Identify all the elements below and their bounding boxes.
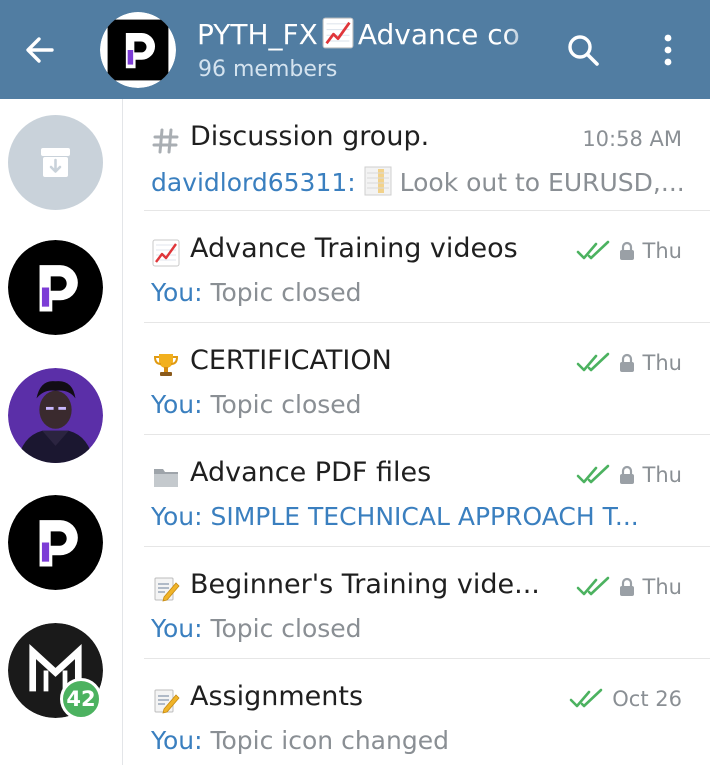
- topic-time: Oct 26: [612, 687, 682, 711]
- preview-sender: You:: [151, 390, 203, 419]
- chat-avatar-user[interactable]: [8, 368, 103, 463]
- folder-icon: [152, 463, 180, 491]
- more-vertical-icon[interactable]: [650, 30, 686, 70]
- topic-preview: You: Topic closed: [151, 614, 362, 643]
- topic-status: 10:58 AM: [582, 127, 682, 151]
- topic-status: Thu: [575, 575, 682, 599]
- topic-row[interactable]: Discussion group. 10:58 AM davidlord65311:…: [124, 99, 710, 211]
- double-check-icon: [576, 240, 609, 260]
- preview-text: SIMPLE TECHNICAL APPROACH T...: [210, 502, 639, 531]
- topic-time: Thu: [642, 351, 682, 375]
- lock-icon: [618, 577, 635, 597]
- topic-row[interactable]: Advance PDF files Thu You: SIMPLE TECHNICA…: [124, 435, 710, 547]
- double-check-icon: [576, 464, 609, 484]
- topic-time: Thu: [642, 463, 682, 487]
- topic-status: Thu: [575, 463, 682, 487]
- preview-text: Topic icon changed: [210, 726, 449, 755]
- chat-header: PYTH_FX Advance co 96 members: [0, 0, 710, 99]
- hash-icon: [152, 127, 180, 155]
- topic-status: Oct 26: [568, 687, 682, 711]
- group-title[interactable]: PYTH_FX Advance co: [197, 17, 545, 51]
- back-arrow-icon[interactable]: [20, 30, 60, 70]
- topic-time: Thu: [642, 575, 682, 599]
- preview-sender: You:: [151, 502, 203, 531]
- topic-title: Advance Training videos: [190, 233, 518, 264]
- search-icon[interactable]: [563, 30, 603, 70]
- topic-title: Discussion group.: [190, 121, 430, 152]
- topic-status: Thu: [575, 239, 682, 263]
- chart-increasing-icon: [321, 17, 354, 49]
- topic-preview: You: Topic closed: [151, 278, 362, 307]
- chart-increasing-icon: [151, 238, 181, 268]
- topic-row[interactable]: Advance Training videos Thu You: Topic clo…: [124, 211, 710, 323]
- double-check-icon: [569, 688, 603, 708]
- chat-avatar-pyth-2[interactable]: [8, 495, 103, 590]
- topic-row[interactable]: Beginner's Training vide... Thu You: Topic…: [124, 547, 710, 659]
- topic-preview: davidlord65311: Look out to EURUSD,...: [151, 166, 685, 197]
- lock-icon: [618, 353, 635, 373]
- topic-preview: You: Topic icon changed: [151, 726, 449, 755]
- memo-icon: [152, 687, 180, 715]
- topic-time: 10:58 AM: [582, 127, 682, 151]
- chat-avatar-pyth[interactable]: [8, 240, 103, 335]
- topic-status: Thu: [575, 351, 682, 375]
- group-avatar[interactable]: [100, 12, 176, 88]
- memo-icon: [152, 575, 180, 603]
- topic-title: Advance PDF files: [190, 457, 432, 488]
- preview-text: Topic closed: [210, 614, 362, 643]
- topic-row[interactable]: CERTIFICATION Thu You: Topic closed: [124, 323, 710, 435]
- double-check-icon: [576, 576, 609, 596]
- double-check-icon: [576, 352, 609, 372]
- archive-icon: [41, 148, 70, 177]
- spreadsheet-thumbnail-icon: [364, 166, 392, 196]
- topic-preview: You: SIMPLE TECHNICAL APPROACH T...: [151, 502, 639, 531]
- lock-icon: [618, 241, 635, 261]
- topic-title: Assignments: [190, 681, 364, 712]
- member-count: 96 members: [198, 57, 338, 82]
- topic-row[interactable]: Assignments Oct 26 You: Topic icon changed: [124, 659, 710, 765]
- preview-sender: You:: [151, 614, 203, 643]
- lock-icon: [618, 465, 635, 485]
- preview-text: Topic closed: [210, 278, 362, 307]
- topic-preview: You: Topic closed: [151, 390, 362, 419]
- preview-text: Topic closed: [210, 390, 362, 419]
- topic-time: Thu: [642, 239, 682, 263]
- preview-sender: You:: [151, 726, 203, 755]
- unread-count-badge: 42: [60, 678, 102, 720]
- topic-title: CERTIFICATION: [190, 345, 392, 376]
- preview-sender: You:: [151, 278, 203, 307]
- preview-sender: davidlord65311:: [151, 168, 356, 197]
- topic-title: Beginner's Training vide...: [190, 569, 540, 600]
- preview-text: Look out to EURUSD,...: [399, 168, 685, 197]
- trophy-icon: [152, 351, 180, 379]
- archive-folder-avatar[interactable]: [8, 115, 103, 210]
